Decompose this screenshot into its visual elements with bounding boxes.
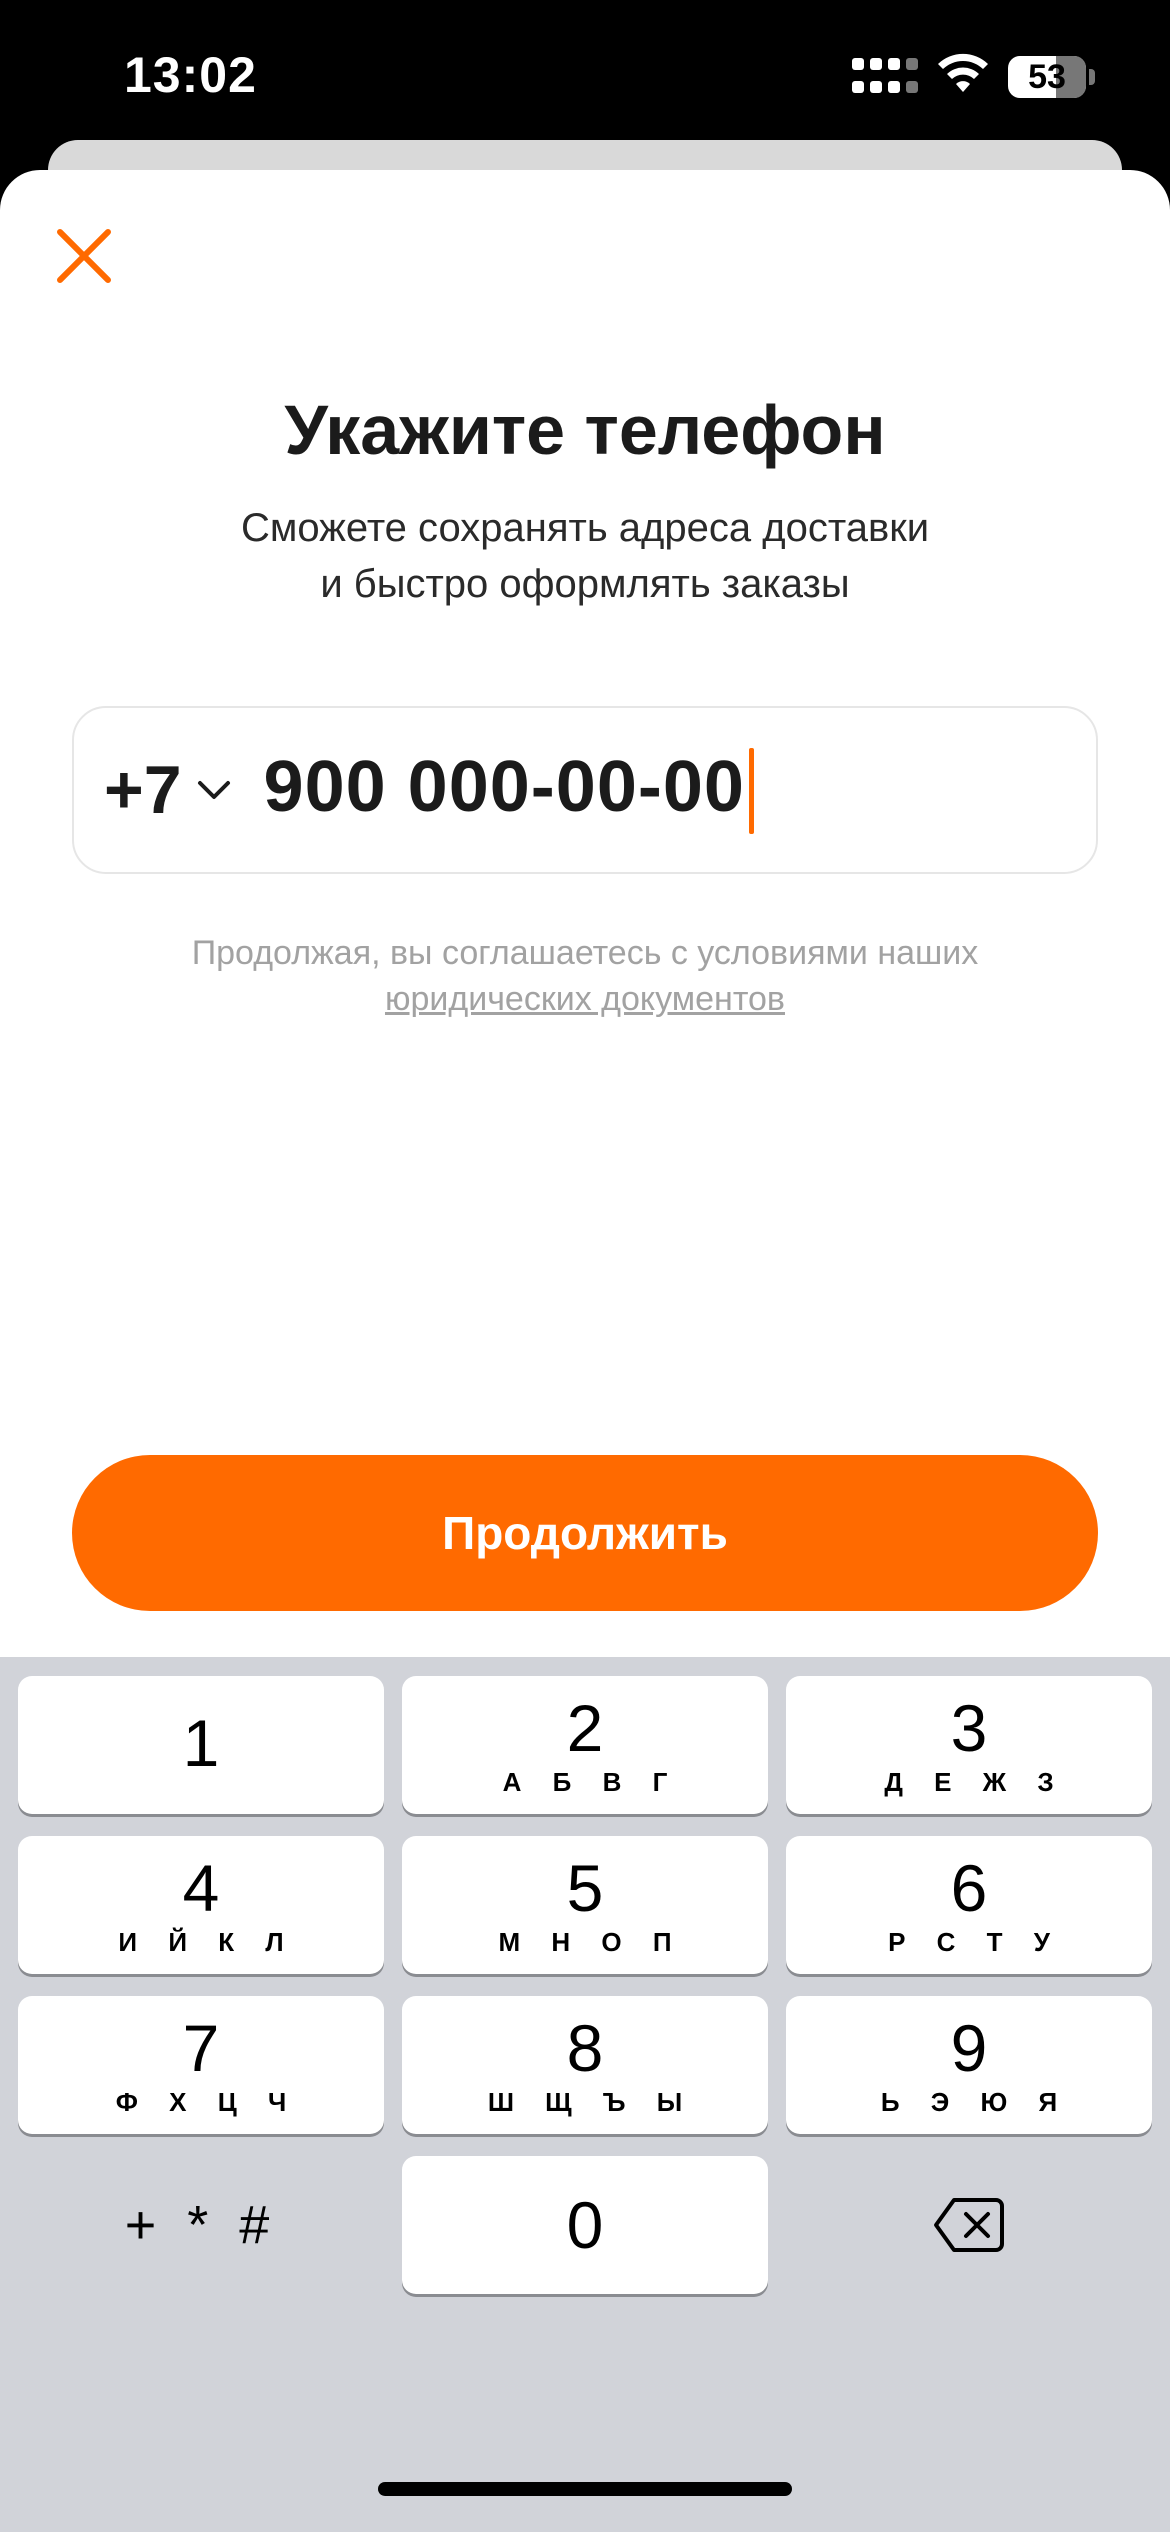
key-letters: М Н О П bbox=[498, 1926, 684, 1957]
battery-level: 53 bbox=[1028, 58, 1066, 96]
legal-text: Продолжая, вы соглашаетесь с условиями н… bbox=[191, 934, 979, 972]
key-digit: 7 bbox=[182, 2010, 220, 2085]
delete-key[interactable] bbox=[786, 2156, 1152, 2294]
key-letters: Р С Т У bbox=[888, 1926, 1062, 1957]
continue-button[interactable]: Продолжить bbox=[72, 1455, 1098, 1611]
backspace-icon bbox=[934, 2198, 1004, 2252]
key-digit: 1 bbox=[182, 1706, 220, 1780]
battery-icon: 53 bbox=[1008, 56, 1086, 98]
key-letters: Ь Э Ю Я bbox=[880, 2086, 1070, 2117]
key-digit: 5 bbox=[566, 1850, 604, 1925]
key-letters: Ш Щ Ъ Ы bbox=[487, 2086, 695, 2117]
key-5[interactable]: 5 М Н О П bbox=[402, 1836, 768, 1974]
key-1[interactable]: 1 bbox=[18, 1676, 384, 1814]
close-icon bbox=[57, 229, 111, 283]
phone-number-value: 900 000-00-00 bbox=[263, 746, 745, 827]
key-0[interactable]: 0 bbox=[402, 2156, 768, 2294]
key-letters: И Й К Л bbox=[118, 1926, 296, 1957]
key-8[interactable]: 8 Ш Щ Ъ Ы bbox=[402, 1996, 768, 2134]
key-letters: Ф Х Ц Ч bbox=[115, 2086, 299, 2117]
key-digit: 3 bbox=[950, 1690, 988, 1765]
key-digit: 0 bbox=[566, 2188, 604, 2262]
key-digit: 6 bbox=[950, 1850, 988, 1925]
key-3[interactable]: 3 Д Е Ж З bbox=[786, 1676, 1152, 1814]
key-9[interactable]: 9 Ь Э Ю Я bbox=[786, 1996, 1152, 2134]
key-letters: Д Е Ж З bbox=[884, 1766, 1066, 1797]
wifi-icon bbox=[938, 53, 988, 92]
phone-field[interactable]: +7 900 000-00-00 bbox=[72, 706, 1098, 874]
battery-tip bbox=[1089, 69, 1095, 85]
key-digit: 2 bbox=[566, 1690, 604, 1765]
close-button[interactable] bbox=[48, 220, 120, 292]
legal-notice: Продолжая, вы соглашаетесь с условиями н… bbox=[100, 930, 1070, 1022]
home-indicator[interactable] bbox=[378, 2482, 792, 2496]
text-caret bbox=[748, 748, 754, 835]
key-6[interactable]: 6 Р С Т У bbox=[786, 1836, 1152, 1974]
symbols-label: + * # bbox=[124, 2195, 278, 2255]
subtitle-line-2: и быстро оформлять заказы bbox=[320, 562, 850, 606]
key-2[interactable]: 2 А Б В Г bbox=[402, 1676, 768, 1814]
chevron-down-icon bbox=[197, 781, 230, 799]
key-7[interactable]: 7 Ф Х Ц Ч bbox=[18, 1996, 384, 2134]
phone-number-input[interactable]: 900 000-00-00 bbox=[264, 746, 754, 835]
key-letters: А Б В Г bbox=[502, 1766, 680, 1797]
country-code-selector[interactable]: +7 bbox=[104, 751, 234, 829]
status-time: 13:02 bbox=[124, 47, 257, 103]
subtitle-line-1: Сможете сохранять адреса доставки bbox=[240, 506, 930, 550]
legal-documents-link[interactable]: юридических документов bbox=[385, 976, 785, 1022]
symbols-key[interactable]: + * # bbox=[18, 2156, 384, 2294]
key-digit: 8 bbox=[566, 2010, 604, 2085]
screen: 13:02 53 Укажите телефон Сможете сохраня… bbox=[0, 0, 1170, 2532]
page-title: Укажите телефон bbox=[284, 391, 886, 469]
key-4[interactable]: 4 И Й К Л bbox=[18, 1836, 384, 1974]
key-digit: 4 bbox=[182, 1850, 220, 1925]
cellular-signal-icon bbox=[852, 58, 918, 98]
numeric-keyboard: 1 2 А Б В Г 3 Д Е Ж З 4 И Й К Л 5 М Н О … bbox=[0, 1657, 1170, 2532]
page-subtitle: Сможете сохранять адреса доставки и быст… bbox=[160, 500, 1010, 612]
status-bar: 13:02 53 bbox=[0, 0, 1170, 150]
key-digit: 9 bbox=[950, 2010, 988, 2085]
country-code: +7 bbox=[104, 752, 182, 828]
